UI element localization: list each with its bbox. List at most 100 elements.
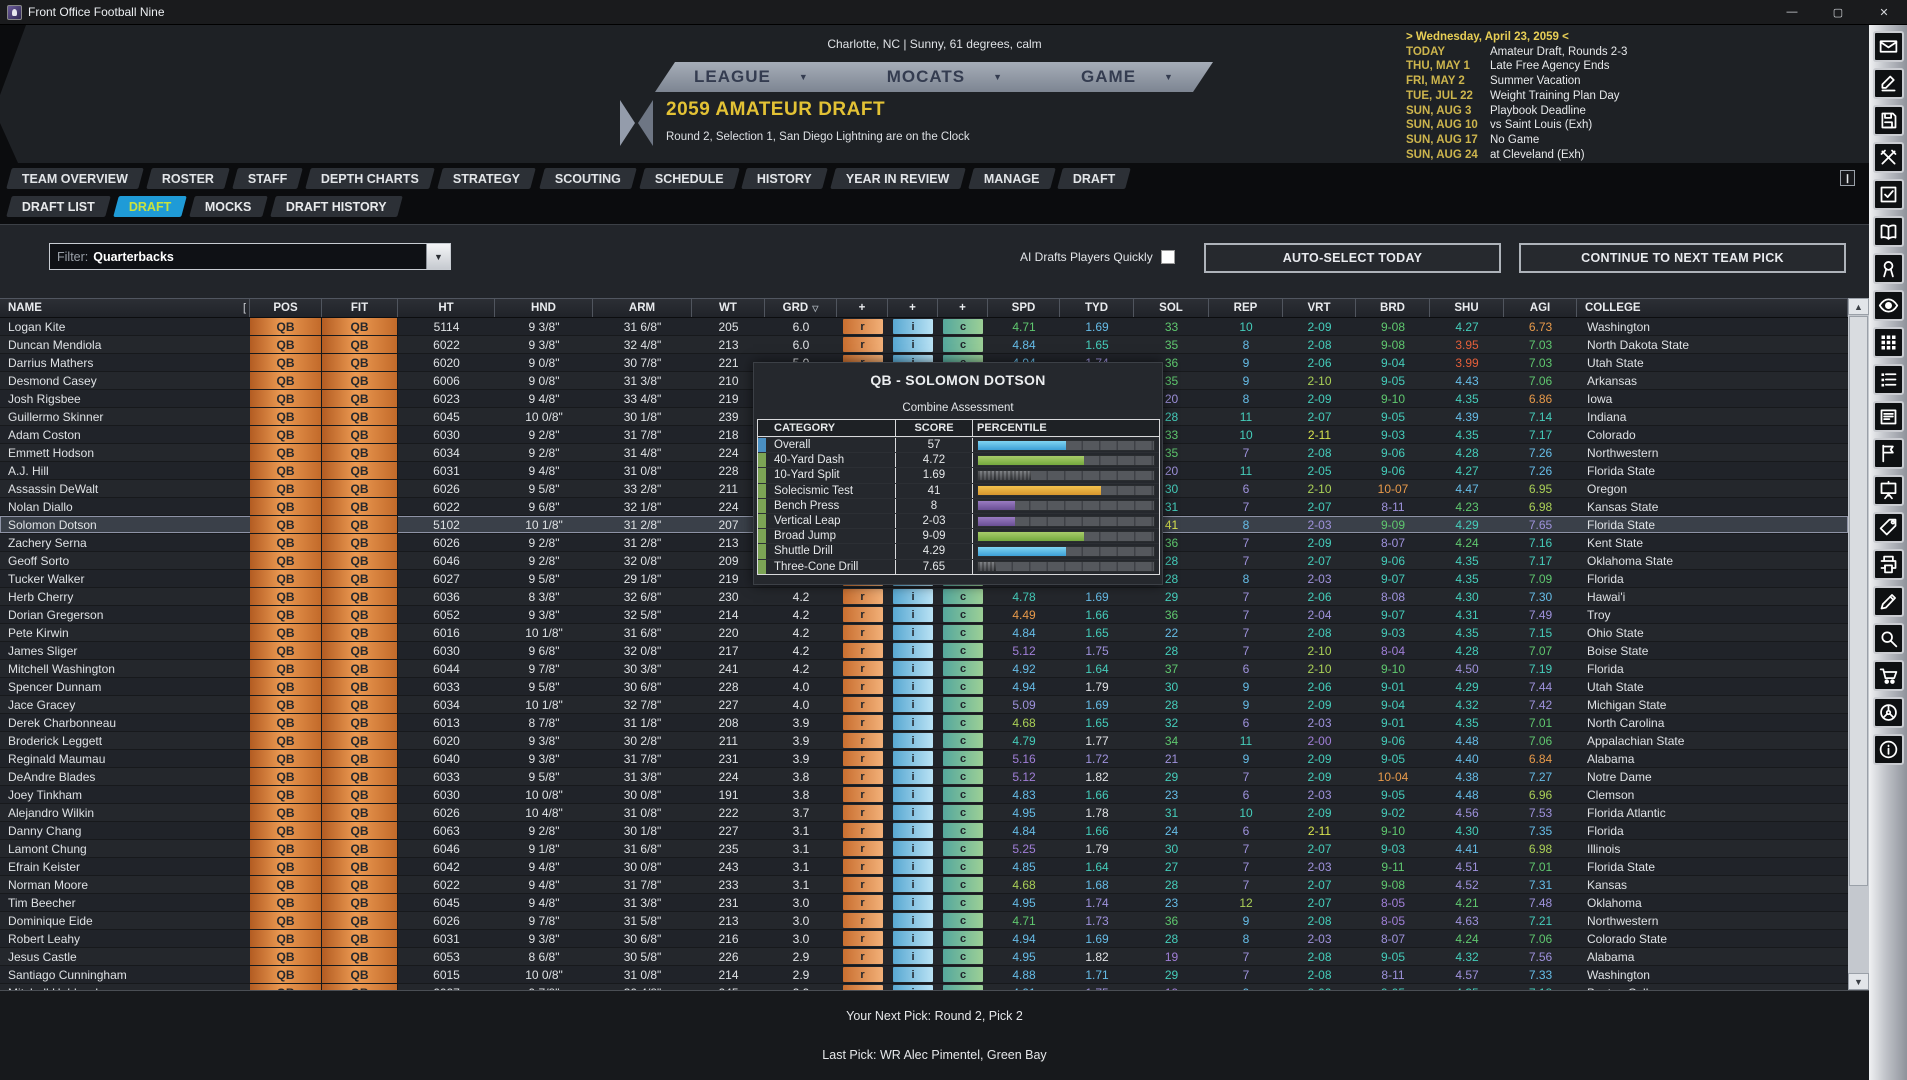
player-row-james-sliger[interactable]: James SligerQBQB60309 6/8"32 0/8"2174.2r…	[0, 642, 1848, 660]
search-icon[interactable]	[1873, 623, 1904, 654]
auto-select-button[interactable]: AUTO-SELECT TODAY	[1204, 243, 1501, 273]
column-header-plus-9[interactable]: +	[888, 299, 938, 317]
player-row-jesus-castle[interactable]: Jesus CastleQBQB60538 6/8"30 5/8"2262.9r…	[0, 948, 1848, 966]
tab-history[interactable]: HISTORY	[741, 168, 828, 189]
dropdown-arrow-icon[interactable]: ▼	[426, 244, 450, 269]
minimize-button[interactable]: —	[1769, 0, 1815, 24]
scroll-down-icon[interactable]: ▼	[1848, 973, 1869, 990]
subtab-mocks[interactable]: MOCKS	[189, 196, 267, 217]
subtab-draft-history[interactable]: DRAFT HISTORY	[270, 196, 402, 217]
column-header-hnd[interactable]: HND	[495, 299, 593, 317]
height-cell: 6026	[398, 534, 495, 551]
column-header-rep[interactable]: REP	[1209, 299, 1283, 317]
newspaper-icon[interactable]	[1873, 401, 1904, 432]
tab-scouting[interactable]: SCOUTING	[539, 168, 637, 189]
mail-icon[interactable]	[1873, 31, 1904, 62]
player-row-robert-leahy[interactable]: Robert LeahyQBQB60319 3/8"30 6/8"2163.0r…	[0, 930, 1848, 948]
player-row-duncan-mendiola[interactable]: Duncan MendiolaQBQB60229 3/8"32 4/8"2136…	[0, 336, 1848, 354]
tab-roster[interactable]: ROSTER	[146, 168, 230, 189]
column-header-ht[interactable]: HT	[398, 299, 495, 317]
tab-team-overview[interactable]: TEAM OVERVIEW	[6, 168, 144, 189]
player-row-lamont-chung[interactable]: Lamont ChungQBQB60469 1/8"31 6/8"2353.1r…	[0, 840, 1848, 858]
continue-next-pick-button[interactable]: CONTINUE TO NEXT TEAM PICK	[1519, 243, 1846, 273]
tab-schedule[interactable]: SCHEDULE	[639, 168, 739, 189]
table-scrollbar[interactable]: ▲ ▼	[1848, 298, 1869, 990]
player-row-logan-kite[interactable]: Logan KiteQBQB51149 3/8"31 6/8"2056.0ric…	[0, 318, 1848, 336]
cart-icon[interactable]	[1873, 660, 1904, 691]
checklist-icon[interactable]	[1873, 179, 1904, 210]
pencil-icon[interactable]	[1873, 586, 1904, 617]
tab-overflow-indicator[interactable]: ❙	[1840, 170, 1855, 186]
menu-league[interactable]: LEAGUE▼	[694, 67, 809, 87]
flag-icon[interactable]	[1873, 438, 1904, 469]
scrollbar-thumb[interactable]	[1849, 316, 1868, 886]
player-row-derek-charbonneau[interactable]: Derek CharbonneauQBQB60138 7/8"31 1/8"20…	[0, 714, 1848, 732]
column-header-shu[interactable]: SHU	[1430, 299, 1504, 317]
list-icon[interactable]	[1873, 364, 1904, 395]
player-row-jace-gracey[interactable]: Jace GraceyQBQB603410 1/8"32 7/8"2274.0r…	[0, 696, 1848, 714]
column-header-spd[interactable]: SPD	[988, 299, 1060, 317]
column-header-pos[interactable]: POS	[250, 299, 322, 317]
printer-icon[interactable]	[1873, 549, 1904, 580]
info-icon[interactable]	[1873, 734, 1904, 765]
player-row-efrain-keister[interactable]: Efrain KeisterQBQB60429 4/8"30 0/8"2433.…	[0, 858, 1848, 876]
player-row-tim-beecher[interactable]: Tim BeecherQBQB60459 4/8"31 3/8"2313.0ri…	[0, 894, 1848, 912]
tab-year-in-review[interactable]: YEAR IN REVIEW	[830, 168, 965, 189]
save-icon[interactable]	[1873, 105, 1904, 136]
player-row-mitchell-washington[interactable]: Mitchell WashingtonQBQB60449 7/8"30 3/8"…	[0, 660, 1848, 678]
player-row-reginald-maumau[interactable]: Reginald MaumauQBQB60409 3/8"31 7/8"2313…	[0, 750, 1848, 768]
close-button[interactable]: ✕	[1861, 0, 1907, 24]
column-header-sol[interactable]: SOL	[1134, 299, 1209, 317]
column-header-plus-10[interactable]: +	[938, 299, 988, 317]
player-row-alejandro-wilkin[interactable]: Alejandro WilkinQBQB602610 4/8"31 0/8"22…	[0, 804, 1848, 822]
menu-game[interactable]: GAME▼	[1081, 67, 1174, 87]
tools-icon[interactable]	[1873, 142, 1904, 173]
subtab-draft[interactable]: DRAFT	[113, 196, 187, 217]
tab-strategy[interactable]: STRATEGY	[438, 168, 537, 189]
column-header-college[interactable]: COLLEGE	[1577, 299, 1848, 317]
player-row-herb-cherry[interactable]: Herb CherryQBQB60368 3/8"32 6/8"2304.2ri…	[0, 588, 1848, 606]
player-row-dominique-eide[interactable]: Dominique EideQBQB60269 7/8"31 5/8"2133.…	[0, 912, 1848, 930]
sol-cell: 24	[1134, 822, 1209, 839]
signing-icon[interactable]	[1873, 68, 1904, 99]
column-header-fit[interactable]: FIT	[322, 299, 398, 317]
tyd-cell: 1.66	[1060, 606, 1134, 623]
column-header-arm[interactable]: ARM	[593, 299, 692, 317]
player-row-deandre-blades[interactable]: DeAndre BladesQBQB60339 5/8"31 3/8"2243.…	[0, 768, 1848, 786]
column-header-vrt[interactable]: VRT	[1283, 299, 1356, 317]
tag-icon[interactable]	[1873, 512, 1904, 543]
column-header-tyd[interactable]: TYD	[1060, 299, 1134, 317]
column-header-agi[interactable]: AGI	[1504, 299, 1577, 317]
ai-drafts-checkbox[interactable]	[1161, 250, 1175, 264]
maximize-button[interactable]: ▢	[1815, 0, 1861, 24]
subtab-draft-list[interactable]: DRAFT LIST	[6, 196, 111, 217]
column-header-plus-8[interactable]: +	[837, 299, 888, 317]
player-row-pete-kirwin[interactable]: Pete KirwinQBQB601610 1/8"31 6/8"2204.2r…	[0, 624, 1848, 642]
filter-dropdown[interactable]: Filter: Quarterbacks ▼	[49, 243, 451, 270]
player-row-joey-tinkham[interactable]: Joey TinkhamQBQB603010 0/8"30 0/8"1913.8…	[0, 786, 1848, 804]
column-header-wt[interactable]: WT	[692, 299, 765, 317]
tab-depth-charts[interactable]: DEPTH CHARTS	[306, 168, 436, 189]
column-header-brd[interactable]: BRD	[1356, 299, 1430, 317]
player-row-dorian-gregerson[interactable]: Dorian GregersonQBQB60529 3/8"32 5/8"214…	[0, 606, 1848, 624]
menu-mocats[interactable]: MOCATS▼	[887, 67, 1003, 87]
column-header-grd[interactable]: GRD▽	[765, 299, 837, 317]
grid-icon[interactable]	[1873, 327, 1904, 358]
medal-icon[interactable]	[1873, 253, 1904, 284]
player-row-santiago-cunningham[interactable]: Santiago CunninghamQBQB601510 0/8"31 0/8…	[0, 966, 1848, 984]
player-row-danny-chang[interactable]: Danny ChangQBQB60639 2/8"30 1/8"2273.1ri…	[0, 822, 1848, 840]
hand-size-cell: 9 4/8"	[495, 876, 593, 893]
player-row-norman-moore[interactable]: Norman MooreQBQB60229 4/8"31 7/8"2333.1r…	[0, 876, 1848, 894]
player-row-spencer-dunnam[interactable]: Spencer DunnamQBQB60339 5/8"30 6/8"2284.…	[0, 678, 1848, 696]
book-icon[interactable]	[1873, 216, 1904, 247]
column-header-name[interactable]: NAME[	[0, 299, 250, 317]
tab-manage[interactable]: MANAGE	[968, 168, 1055, 189]
spd-cell: 4.84	[988, 822, 1060, 839]
player-row-broderick-leggett[interactable]: Broderick LeggettQBQB60209 3/8"30 2/8"21…	[0, 732, 1848, 750]
eye-icon[interactable]	[1873, 290, 1904, 321]
tab-draft[interactable]: DRAFT	[1057, 168, 1131, 189]
scroll-up-icon[interactable]: ▲	[1848, 298, 1869, 315]
wheel-icon[interactable]	[1873, 697, 1904, 728]
easel-icon[interactable]	[1873, 475, 1904, 506]
tab-staff[interactable]: STAFF	[232, 168, 303, 189]
